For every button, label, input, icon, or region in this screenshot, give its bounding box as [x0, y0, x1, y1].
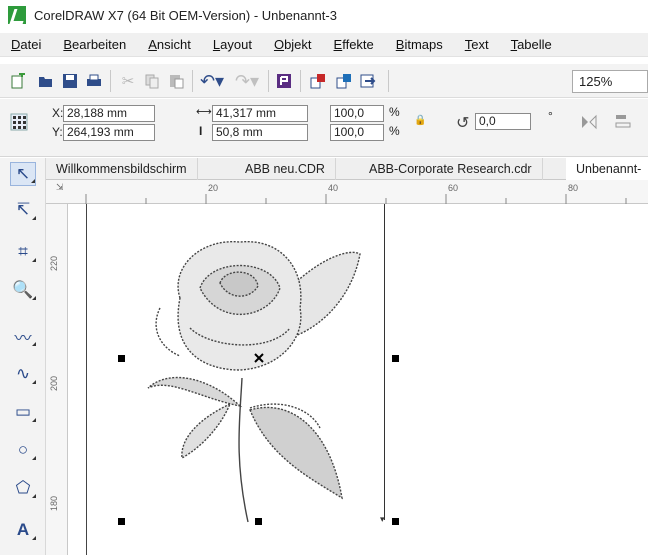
ruler-tick-label: 200 [49, 376, 59, 392]
ruler-tick-label: 180 [49, 496, 59, 512]
pick-tool-icon[interactable]: ↖ [10, 162, 36, 186]
x-position-field[interactable]: 28,188 mm [63, 105, 155, 122]
ruler-tick-label: 220 [49, 256, 59, 272]
rectangle-tool-icon[interactable]: ▭ [10, 400, 36, 424]
tab-abb-neu[interactable]: ABB neu.CDR [235, 158, 336, 180]
ruler-origin-icon[interactable]: ⇲ [56, 182, 64, 193]
menu-text[interactable]: Text [454, 33, 500, 57]
menu-ansicht[interactable]: Ansicht [137, 33, 202, 57]
x-label: X: [52, 106, 64, 120]
new-icon[interactable] [8, 71, 28, 91]
tab-willkommensbildschirm[interactable]: Willkommensbildschirm [46, 158, 198, 180]
menu-layout[interactable]: Layout [202, 33, 263, 57]
height-field[interactable]: 50,8 mm [212, 124, 308, 141]
polygon-tool-icon[interactable]: ⬠ [10, 476, 36, 500]
guideline-arrow-icon: ▾ [380, 514, 385, 524]
text-tool-icon[interactable]: A [10, 518, 36, 542]
toolbar-separator [268, 70, 269, 92]
selection-handle[interactable] [392, 518, 399, 525]
height-icon: I [199, 124, 203, 138]
scale-x-percent: % [389, 105, 400, 119]
coreldraw-logo-icon [8, 6, 26, 24]
menu-objekt[interactable]: Objekt [263, 33, 323, 57]
document-tabs: Willkommensbildschirm ABB neu.CDR ABB-Co… [46, 158, 648, 198]
menu-effekte[interactable]: Effekte [323, 33, 385, 57]
menu-datei[interactable]: Datei [0, 33, 52, 57]
rose-drawing[interactable] [130, 228, 370, 524]
corel-connect-icon[interactable] [274, 71, 294, 91]
mirror-horizontal-icon[interactable] [580, 112, 598, 132]
artistic-media-icon[interactable]: ∿ [10, 362, 36, 386]
undo-icon[interactable]: ↶▾ [196, 71, 228, 91]
object-origin-icon[interactable] [10, 113, 28, 131]
toolbar-separator [192, 70, 193, 92]
ruler-tick-label: 80 [568, 183, 579, 193]
open-icon[interactable] [36, 71, 56, 91]
menu-bitmaps[interactable]: Bitmaps [385, 33, 454, 57]
width-field[interactable]: 41,317 mm [212, 105, 308, 122]
selection-handle[interactable] [255, 518, 262, 525]
zoom-level-dropdown[interactable]: 125% [572, 70, 648, 93]
page-border-line [86, 204, 87, 555]
scale-y-percent: % [389, 124, 400, 138]
tab-unbenannt-3[interactable]: Unbenannt-3 [566, 158, 648, 198]
publish-pdf-icon[interactable] [358, 71, 378, 91]
mirror-vertical-icon[interactable] [614, 112, 632, 132]
selection-handle[interactable] [118, 355, 125, 362]
copy-icon[interactable] [142, 71, 162, 91]
ruler-tick-label: 60 [448, 183, 459, 193]
lock-ratio-icon[interactable]: 🔒 [414, 115, 426, 126]
freehand-tool-icon[interactable]: 〰 [10, 324, 36, 348]
menu-bearbeiten[interactable]: Bearbeiten [52, 33, 137, 57]
shape-tool-icon[interactable]: ↸ [10, 198, 36, 222]
crop-tool-icon[interactable]: ⌗ [10, 240, 36, 264]
menu-bar: Datei Bearbeiten Ansicht Layout Objekt E… [0, 33, 648, 57]
scale-y-field[interactable]: 100,0 [330, 124, 384, 141]
degree-symbol: ° [548, 109, 553, 123]
standard-toolbar: ✂ ↶▾ ↷▾ 125% [0, 64, 648, 98]
y-position-field[interactable]: 264,193 mm [63, 124, 155, 141]
rotate-icon: ↺ [456, 115, 470, 132]
selection-handle[interactable] [392, 355, 399, 362]
toolbar-separator [300, 70, 301, 92]
selection-handle[interactable] [118, 518, 125, 525]
horizontal-ruler[interactable]: ⇲ 20 40 60 80 [46, 180, 648, 204]
export-icon[interactable] [334, 71, 354, 91]
tab-abb-corporate-research[interactable]: ABB-Corporate Research.cdr [359, 158, 543, 180]
save-icon[interactable] [60, 71, 80, 91]
property-bar: X: 28,188 mm Y: 264,193 mm ⟷ 41,317 mm I… [0, 99, 648, 157]
title-bar: CorelDRAW X7 (64 Bit OEM-Version) - Unbe… [0, 0, 648, 30]
width-icon: ⟷ [196, 106, 212, 118]
import-icon[interactable] [308, 71, 328, 91]
scale-x-field[interactable]: 100,0 [330, 105, 384, 122]
zoom-tool-icon[interactable]: 🔍 [10, 278, 36, 302]
vertical-ruler[interactable]: 220 200 180 [46, 204, 68, 555]
toolbox: ↖ ↸ ⌗ 🔍 〰 ∿ ▭ ○ ⬠ A [0, 158, 46, 555]
menu-tabelle[interactable]: Tabelle [500, 33, 563, 57]
guideline-vertical[interactable] [384, 204, 385, 520]
paste-icon[interactable] [166, 71, 186, 91]
print-icon[interactable] [84, 71, 104, 91]
ruler-tick-label: 40 [328, 183, 339, 193]
window-title: CorelDRAW X7 (64 Bit OEM-Version) - Unbe… [34, 7, 337, 23]
redo-icon[interactable]: ↷▾ [232, 71, 262, 91]
rotation-field[interactable]: 0,0 [475, 113, 531, 130]
toolbar-separator [110, 70, 111, 92]
ruler-tick-label: 20 [208, 183, 219, 193]
cut-icon[interactable]: ✂ [118, 71, 138, 91]
toolbar-separator [388, 70, 389, 92]
y-label: Y: [52, 125, 63, 139]
ellipse-tool-icon[interactable]: ○ [10, 438, 36, 462]
